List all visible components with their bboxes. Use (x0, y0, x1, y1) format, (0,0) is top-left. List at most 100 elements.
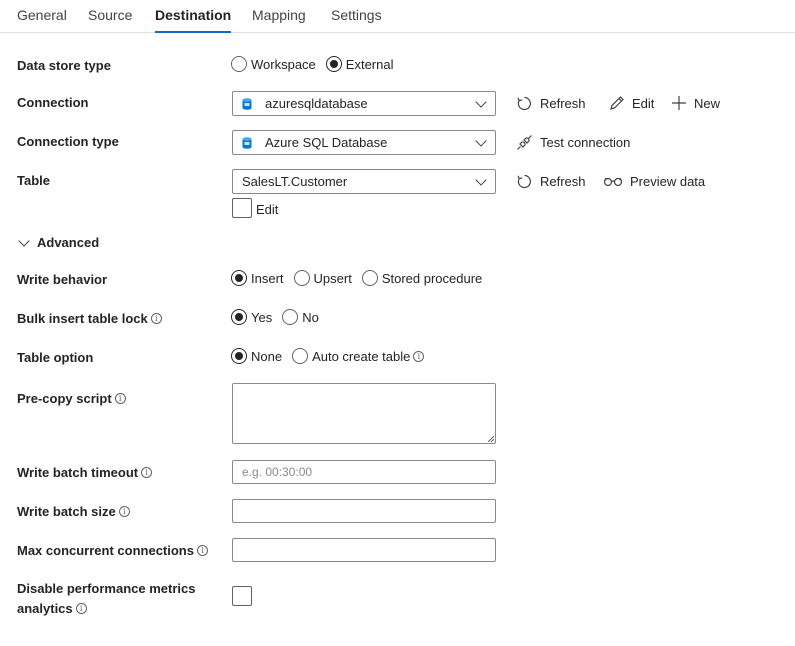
write-batch-size-label: Write batch size i (17, 504, 130, 520)
data-store-type-radio-group: Workspace External (231, 56, 404, 72)
connection-edit-label: Edit (632, 95, 655, 111)
connection-refresh-label: Refresh (540, 96, 586, 111)
connection-type-label: Connection type (17, 134, 119, 149)
radio-no-circle[interactable] (282, 309, 299, 325)
radio-workspace-label: Workspace (251, 56, 316, 72)
radio-yes[interactable]: Yes (231, 309, 272, 325)
info-icon[interactable]: i (413, 350, 425, 362)
write-batch-size-input[interactable] (232, 499, 496, 523)
tab-source[interactable]: Source (88, 7, 132, 33)
pre-copy-script-text: Pre-copy script (17, 391, 112, 406)
table-label: Table (17, 173, 50, 188)
write-batch-timeout-input[interactable] (232, 460, 496, 484)
max-concurrent-connections-label: Max concurrent connections i (17, 543, 208, 559)
write-batch-size-text: Write batch size (17, 504, 116, 519)
radio-none[interactable]: None (231, 348, 282, 364)
radio-none-circle[interactable] (231, 348, 247, 364)
chevron-down-icon (18, 234, 30, 247)
table-edit-checkbox[interactable] (232, 198, 252, 218)
table-option-label: Table option (17, 350, 94, 365)
connection-edit-button[interactable]: Edit (609, 95, 654, 111)
tab-settings[interactable]: Settings (331, 7, 382, 33)
radio-upsert-circle[interactable] (293, 270, 310, 286)
plus-icon (672, 96, 686, 110)
radio-none-label: None (251, 348, 283, 364)
disable-performance-metrics-label-line1: Disable performance metrics (17, 581, 196, 596)
tab-destination[interactable]: Destination (155, 7, 232, 33)
radio-yes-circle[interactable] (231, 309, 247, 325)
table-refresh-label: Refresh (540, 174, 586, 189)
radio-yes-label: Yes (251, 309, 273, 325)
radio-upsert[interactable]: Upsert (293, 270, 352, 286)
radio-stored-procedure-label: Stored procedure (381, 270, 483, 286)
bulk-insert-radio-group: Yes No (231, 309, 329, 325)
disable-performance-metrics-text: analytics (17, 601, 73, 616)
radio-workspace-circle[interactable] (231, 56, 247, 72)
chevron-down-icon (475, 174, 487, 186)
bulk-insert-table-lock-label: Bulk insert table lock i (17, 311, 162, 327)
connection-refresh-button[interactable]: Refresh (516, 95, 586, 112)
advanced-label: Advanced (37, 235, 100, 250)
pencil-icon (610, 96, 624, 110)
chevron-down-icon (475, 96, 487, 108)
resize-grip-icon[interactable] (487, 435, 494, 442)
info-icon[interactable]: i (150, 313, 162, 324)
preview-data-label: Preview data (630, 173, 706, 189)
plug-connection-icon (517, 135, 532, 150)
write-batch-timeout-label: Write batch timeout i (17, 465, 153, 481)
radio-insert[interactable]: Insert (231, 270, 284, 286)
glasses-icon (603, 177, 623, 187)
radio-external[interactable]: External (325, 56, 394, 72)
info-icon[interactable]: i (114, 393, 126, 404)
info-icon[interactable]: i (118, 506, 130, 517)
radio-auto-create-table-circle[interactable] (292, 348, 309, 364)
radio-auto-create-table[interactable]: Auto create table i (292, 348, 425, 364)
max-concurrent-connections-text: Max concurrent connections (17, 543, 194, 558)
max-concurrent-connections-input[interactable] (232, 538, 496, 562)
table-select[interactable]: SalesLT.Customer (232, 169, 496, 194)
radio-workspace[interactable]: Workspace (231, 56, 316, 72)
info-icon[interactable]: i (196, 545, 208, 556)
connection-new-button[interactable]: New (671, 95, 720, 111)
tab-general[interactable]: General (17, 7, 67, 33)
connection-type-select[interactable]: Azure SQL Database (232, 130, 496, 155)
radio-insert-circle[interactable] (231, 270, 247, 286)
pre-copy-script-label: Pre-copy script i (17, 391, 126, 407)
advanced-toggle[interactable]: Advanced (17, 234, 100, 250)
radio-external-label: External (345, 56, 394, 72)
connection-label: Connection (17, 95, 89, 110)
connection-value: azuresqldatabase (265, 96, 368, 111)
table-refresh-button[interactable]: Refresh (516, 173, 586, 190)
radio-no[interactable]: No (282, 309, 319, 325)
table-value: SalesLT.Customer (242, 174, 348, 189)
disable-performance-metrics-checkbox[interactable] (232, 586, 252, 606)
data-store-type-label: Data store type (17, 58, 111, 73)
bulk-insert-table-lock-text: Bulk insert table lock (17, 311, 148, 326)
radio-stored-procedure[interactable]: Stored procedure (361, 270, 483, 286)
pre-copy-script-textarea[interactable] (232, 383, 496, 444)
table-edit-checkbox-label: Edit (256, 202, 279, 217)
table-option-radio-group: None Auto create table i (231, 348, 434, 364)
info-icon[interactable]: i (141, 467, 153, 478)
sql-database-icon (242, 136, 252, 149)
radio-stored-procedure-circle[interactable] (361, 270, 378, 286)
radio-no-label: No (302, 309, 319, 325)
connection-new-label: New (694, 95, 721, 111)
write-batch-timeout-text: Write batch timeout (17, 465, 139, 480)
test-connection-button[interactable]: Test connection (516, 134, 630, 151)
radio-insert-label: Insert (251, 270, 284, 286)
refresh-icon (517, 174, 531, 189)
radio-external-circle[interactable] (325, 56, 342, 72)
disable-performance-metrics-label-line2: analytics i (17, 601, 87, 617)
tab-mapping[interactable]: Mapping (252, 7, 306, 33)
tab-bar: General Source Destination Mapping Setti… (0, 0, 795, 33)
radio-auto-create-table-label: Auto create table (312, 348, 411, 364)
preview-data-button[interactable]: Preview data (603, 173, 705, 189)
refresh-icon (517, 96, 531, 111)
connection-select[interactable]: azuresqldatabase (232, 91, 496, 116)
write-behavior-radio-group: Insert Upsert Stored procedure (231, 270, 492, 286)
connection-type-value: Azure SQL Database (265, 135, 388, 150)
info-icon[interactable]: i (75, 603, 87, 614)
sql-database-icon (242, 97, 252, 110)
test-connection-label: Test connection (540, 135, 631, 150)
